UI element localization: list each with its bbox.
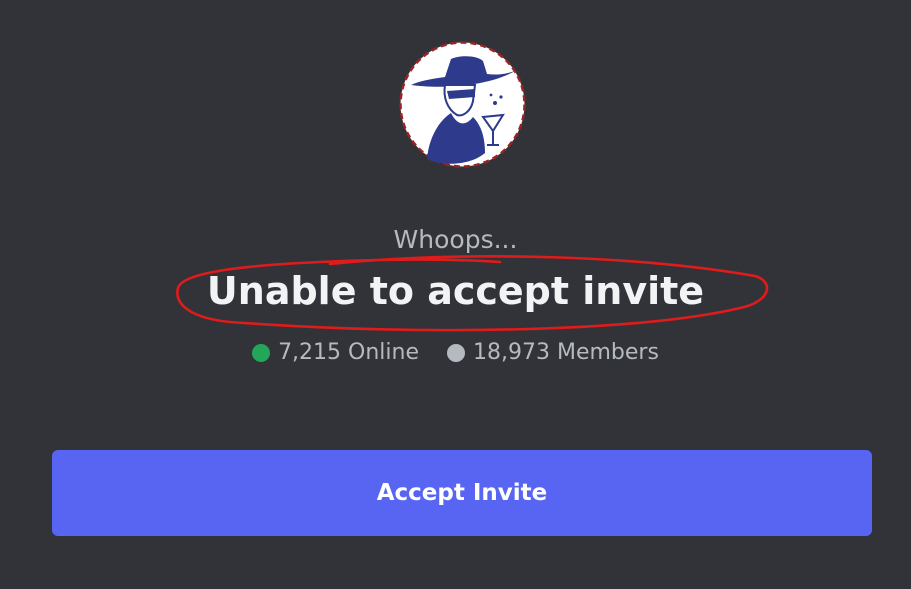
member-count: 18,973 Members: [447, 338, 659, 368]
members-dot-icon: [447, 344, 465, 362]
invite-title: Unable to accept invite: [206, 269, 705, 313]
accept-invite-button[interactable]: Accept Invite: [52, 450, 872, 536]
online-status-dot-icon: [252, 344, 271, 362]
server-avatar-icon: [399, 41, 526, 168]
server-stats: 7,215 Online 18,973 Members: [0, 338, 911, 368]
invite-eyebrow: Whoops...: [393, 225, 518, 254]
online-count-label: 7,215 Online: [278, 340, 419, 365]
member-count-label: 18,973 Members: [473, 340, 659, 365]
invite-panel: Whoops... Unable to accept invite 7,215 …: [0, 0, 911, 589]
online-count: 7,215 Online: [252, 338, 419, 368]
